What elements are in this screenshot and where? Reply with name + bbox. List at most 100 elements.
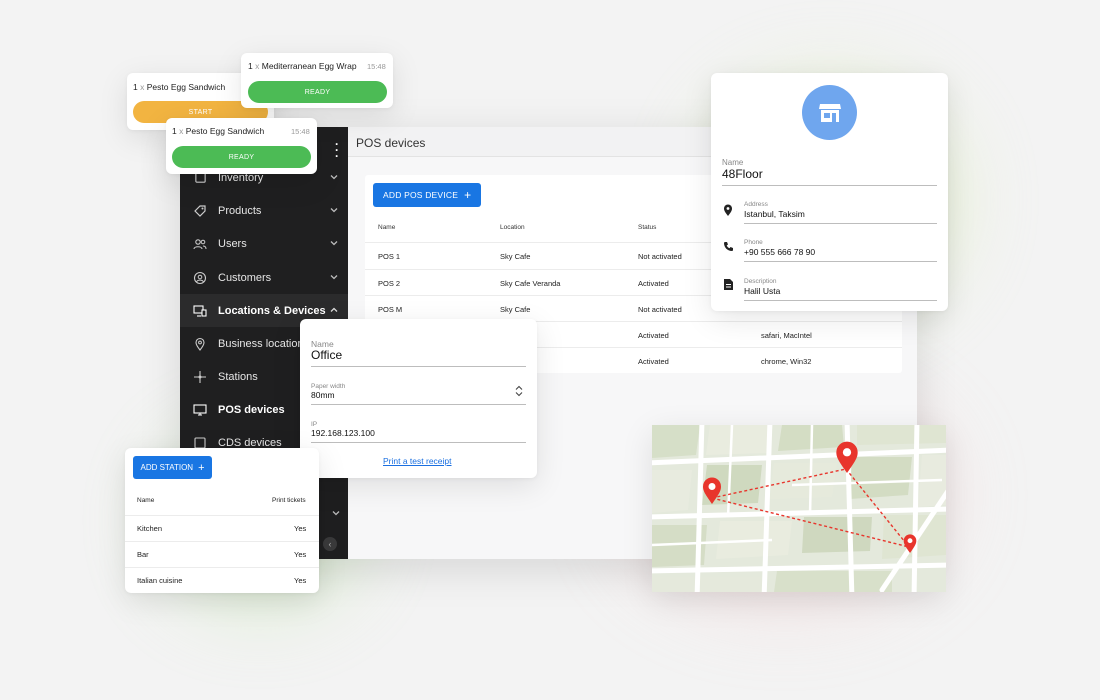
station-name: Kitchen xyxy=(137,524,163,533)
cell-browser: safari, MacIntel xyxy=(761,331,812,340)
chevron-down-icon xyxy=(330,175,338,180)
phone-label: Phone xyxy=(744,239,763,246)
station-print: Yes xyxy=(294,576,307,585)
store-icon xyxy=(802,85,857,140)
paper-width-label: Paper width xyxy=(311,383,346,390)
cell-location: Sky Cafe Veranda xyxy=(500,279,561,288)
ticket-item: 1 x Mediterranean Egg Wrap xyxy=(248,61,357,71)
chevron-up-icon xyxy=(330,307,338,312)
description-value[interactable]: Halil Usta xyxy=(744,286,780,296)
more-icon[interactable]: · · · xyxy=(335,138,339,162)
station-name: Italian cuisine xyxy=(137,576,183,585)
add-pos-device-label: ADD POS DEVICE xyxy=(383,190,459,200)
map[interactable] xyxy=(652,425,946,592)
phone-icon xyxy=(724,242,733,251)
map-pin-icon[interactable] xyxy=(702,477,722,504)
address-label: Address xyxy=(744,201,768,208)
ip-value[interactable]: 192.168.123.100 xyxy=(311,428,375,438)
map-pin-icon[interactable] xyxy=(835,441,859,473)
sidebar-item-products[interactable]: Products xyxy=(180,194,348,227)
map-pin-icon[interactable] xyxy=(903,534,917,553)
cell-status: Not activated xyxy=(638,252,682,261)
document-icon xyxy=(724,279,733,290)
sidebar-item-label: Locations & Devices xyxy=(218,304,326,317)
cell-browser: chrome, Win32 xyxy=(761,357,812,366)
plus-icon: + xyxy=(198,461,205,474)
address-value[interactable]: Istanbul, Taksim xyxy=(744,209,805,219)
sidebar-item-label: Stations xyxy=(218,370,258,383)
add-station-button[interactable]: ADD STATION + xyxy=(133,456,212,479)
add-station-label: ADD STATION xyxy=(140,463,194,472)
ticket-time: 15:48 xyxy=(367,62,386,71)
users-icon xyxy=(192,236,208,252)
location-name[interactable]: 48Floor xyxy=(722,167,763,181)
location-card: Name 48Floor Address Istanbul, Taksim Ph… xyxy=(711,73,948,311)
table-row[interactable]: Italian cuisine Yes xyxy=(125,567,319,593)
phone-value[interactable]: +90 555 666 78 90 xyxy=(744,247,815,257)
sidebar-item-label: Customers xyxy=(218,271,272,284)
customer-icon xyxy=(192,270,208,286)
sidebar-item-customers[interactable]: Customers xyxy=(180,261,348,294)
chevron-down-icon[interactable] xyxy=(330,507,342,519)
cell-name: POS 2 xyxy=(378,279,401,288)
divider xyxy=(311,366,526,367)
sidebar-item-label: Users xyxy=(218,237,247,250)
divider xyxy=(744,261,937,262)
description-label: Description xyxy=(744,278,777,285)
plus-icon: + xyxy=(464,188,472,202)
cell-location: Sky Cafe xyxy=(500,252,531,261)
chevron-down-icon xyxy=(330,275,338,280)
ticket-item: 1 x Pesto Egg Sandwich xyxy=(172,126,265,136)
cell-status: Not activated xyxy=(638,305,682,314)
location-pin-icon xyxy=(724,204,732,216)
station-print: Yes xyxy=(294,524,307,533)
order-ticket: 1 x Pesto Egg Sandwich 15:48 READY xyxy=(166,118,317,174)
column-header-name: Name xyxy=(378,224,396,231)
stations-card: ADD STATION + Name Print tickets Kitchen… xyxy=(125,448,319,593)
ip-label: IP xyxy=(311,421,318,428)
cell-name: POS M xyxy=(378,305,403,314)
column-header-location: Location xyxy=(500,224,525,231)
sidebar-item-label: CDS devices xyxy=(218,436,282,449)
ticket-time: 15:48 xyxy=(291,127,310,136)
divider xyxy=(311,442,526,443)
sidebar-item-label: Products xyxy=(218,204,262,217)
divider xyxy=(722,185,937,186)
chevron-down-icon xyxy=(330,208,338,213)
printer-card: Name Office Paper width 80mm IP 192.168.… xyxy=(300,319,537,478)
cell-name: POS 1 xyxy=(378,252,401,261)
cell-status: Activated xyxy=(638,357,669,366)
devices-icon xyxy=(192,303,208,319)
sidebar-item-users[interactable]: Users xyxy=(180,227,348,260)
column-header-status: Status xyxy=(638,224,657,231)
name-label: Name xyxy=(722,158,744,167)
sidebar-item-label: Business locations xyxy=(218,337,310,350)
table-row[interactable]: Kitchen Yes xyxy=(125,515,319,541)
cell-location: Sky Cafe xyxy=(500,305,531,314)
station-name: Bar xyxy=(137,550,149,559)
stations-icon xyxy=(192,369,208,385)
order-ticket: 1 x Mediterranean Egg Wrap 15:48 READY xyxy=(241,53,393,108)
tag-icon xyxy=(192,203,208,219)
printer-name[interactable]: Office xyxy=(311,348,342,362)
divider xyxy=(744,300,937,301)
print-test-receipt-link[interactable]: Print a test receipt xyxy=(383,456,452,466)
select-arrows-icon[interactable] xyxy=(515,385,523,397)
divider xyxy=(311,404,526,405)
add-pos-device-button[interactable]: ADD POS DEVICE + xyxy=(373,183,482,207)
location-pin-icon xyxy=(192,336,208,352)
ready-button[interactable]: READY xyxy=(172,146,311,168)
cell-status: Activated xyxy=(638,331,669,340)
column-header-name: Name xyxy=(137,497,155,504)
ready-button[interactable]: READY xyxy=(248,81,387,103)
collapse-sidebar-icon[interactable]: ‹ xyxy=(323,537,337,551)
pos-monitor-icon xyxy=(192,402,208,418)
column-header-print-tickets: Print tickets xyxy=(272,497,306,504)
paper-width-value[interactable]: 80mm xyxy=(311,390,335,400)
map-graphic xyxy=(652,425,946,592)
sidebar-item-label: POS devices xyxy=(218,403,285,416)
divider xyxy=(744,223,937,224)
table-row[interactable]: Bar Yes xyxy=(125,541,319,567)
cell-status: Activated xyxy=(638,279,669,288)
chevron-down-icon xyxy=(330,241,338,246)
